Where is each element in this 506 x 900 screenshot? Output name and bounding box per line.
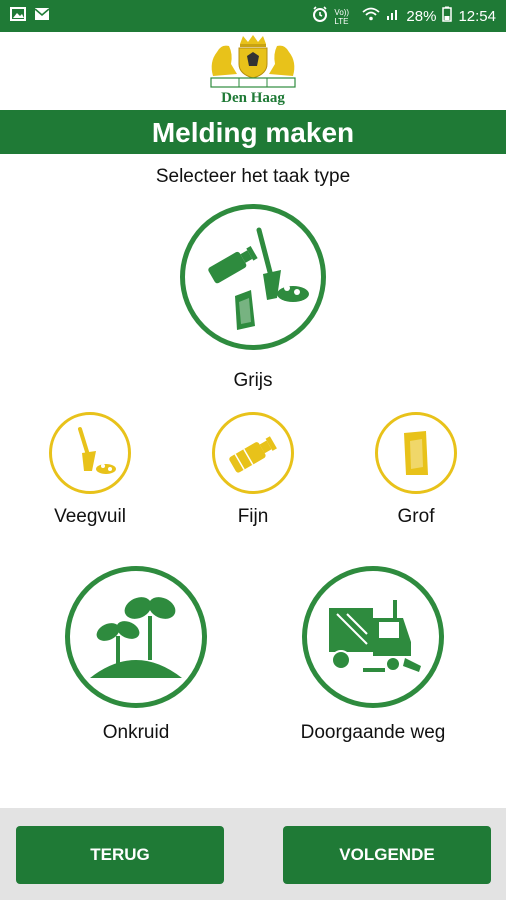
- volte-indicator: Vo)) LTE: [334, 8, 350, 26]
- task-option-doorgaande-weg[interactable]: Doorgaande weg: [278, 566, 468, 744]
- doorgaande-weg-label: Doorgaande weg: [300, 722, 446, 743]
- onkruid-icon-circle[interactable]: [65, 566, 207, 708]
- task-option-grof[interactable]: Grof: [356, 412, 476, 528]
- task-option-fijn[interactable]: Fijn: [193, 412, 313, 528]
- alarm-icon: [312, 6, 328, 28]
- mixed-waste-icon: [208, 227, 309, 330]
- grof-label: Grof: [397, 506, 435, 527]
- fijn-label: Fijn: [237, 506, 269, 527]
- coat-of-arms-icon: [210, 35, 296, 88]
- task-type-prompt: Selecteer het taak type: [155, 166, 351, 187]
- page-title: Melding maken: [0, 110, 506, 154]
- veegvuil-icon-circle[interactable]: [49, 412, 131, 494]
- signal-icon: [386, 7, 400, 27]
- back-button[interactable]: TERUG: [16, 826, 224, 884]
- onkruid-label: Onkruid: [102, 722, 170, 743]
- broom-icon: [78, 427, 116, 474]
- weed-icon: [90, 597, 182, 678]
- street-sweeper-icon: [329, 600, 421, 672]
- fijn-icon-circle[interactable]: [212, 412, 294, 494]
- carton-icon: [404, 431, 428, 475]
- status-bar: Vo)) LTE 28% 12:54: [0, 0, 506, 32]
- task-option-veegvuil[interactable]: Veegvuil: [30, 412, 150, 528]
- grof-icon-circle[interactable]: [375, 412, 457, 494]
- mail-notification-icon: [34, 7, 50, 25]
- wifi-icon: [362, 7, 381, 27]
- grijs-icon-circle[interactable]: [180, 204, 326, 350]
- clock: 12:54: [458, 8, 496, 25]
- grijs-label: Grijs: [233, 370, 273, 391]
- den-haag-logo: Den Haag: [203, 34, 303, 108]
- image-notification-icon: [10, 7, 26, 25]
- doorgaande-weg-icon-circle[interactable]: [302, 566, 444, 708]
- task-option-onkruid[interactable]: Onkruid: [56, 566, 216, 744]
- veegvuil-label: Veegvuil: [54, 506, 126, 527]
- bottle-icon: [229, 436, 277, 473]
- app-header: Den Haag: [0, 32, 506, 110]
- battery-icon: [442, 6, 453, 28]
- task-option-grijs[interactable]: Grijs: [178, 204, 328, 392]
- city-name: Den Haag: [221, 90, 285, 106]
- next-button[interactable]: VOLGENDE: [283, 826, 491, 884]
- battery-percentage: 28%: [406, 8, 437, 25]
